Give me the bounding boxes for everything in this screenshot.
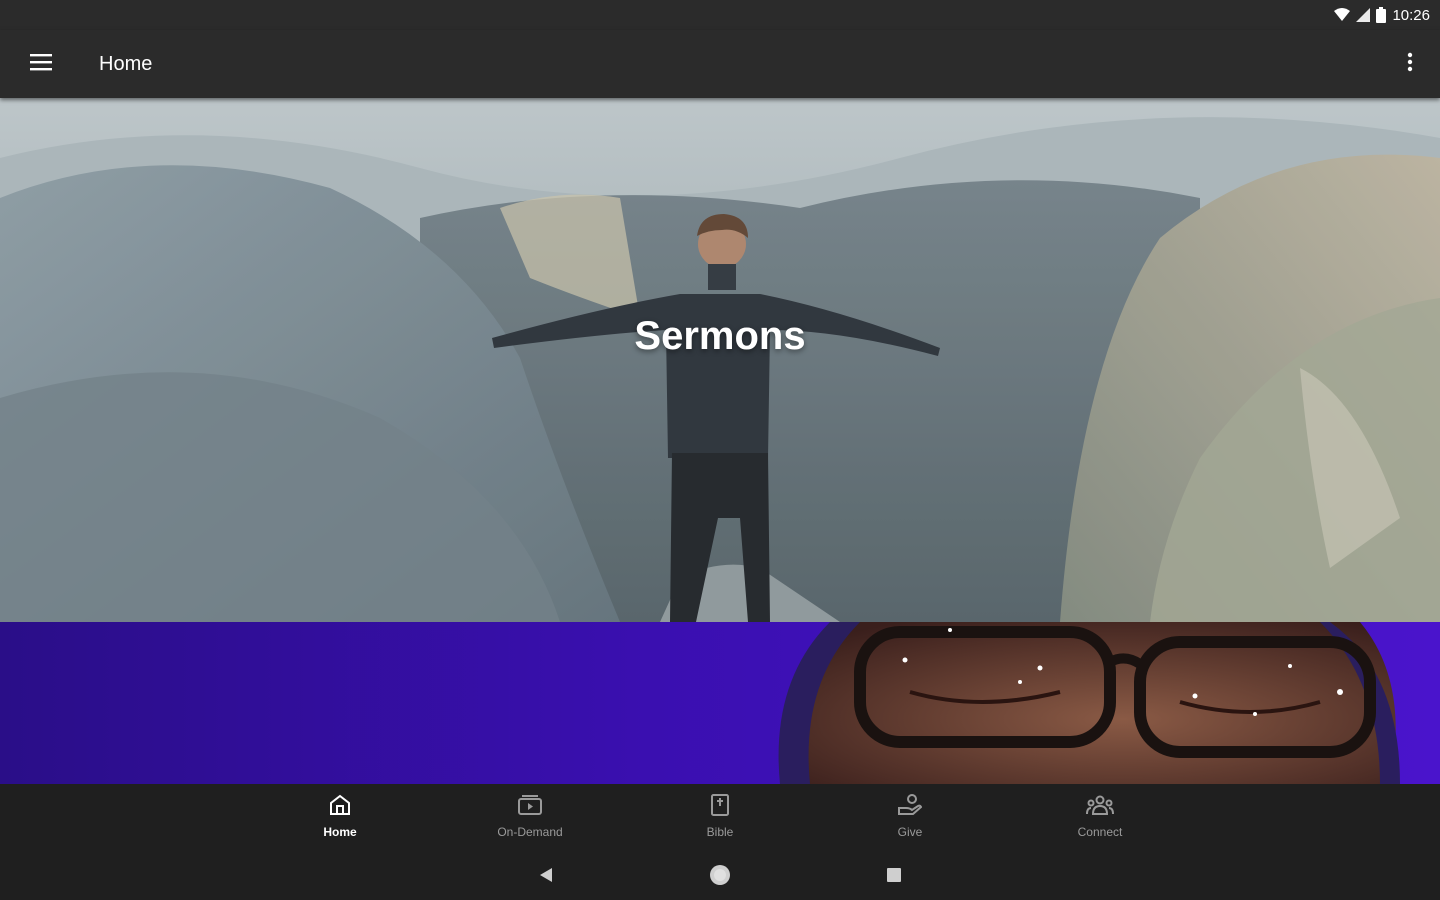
app-bar: Home xyxy=(0,30,1440,98)
home-icon xyxy=(329,794,351,821)
connect-icon xyxy=(1086,794,1114,821)
system-navigation-bar xyxy=(0,854,1440,900)
sermons-title: Sermons xyxy=(634,313,806,358)
more-options-button[interactable] xyxy=(1398,52,1422,76)
nav-label-home: Home xyxy=(323,825,357,839)
page-title: Home xyxy=(99,52,153,75)
nav-item-give[interactable]: Give xyxy=(815,784,1005,854)
worship-face-image xyxy=(778,622,1400,784)
bible-icon xyxy=(710,794,730,821)
on-demand-icon xyxy=(518,794,542,821)
nav-label-give: Give xyxy=(897,825,923,839)
nav-label-bible: Bible xyxy=(706,825,734,839)
cell-signal-icon xyxy=(1356,8,1371,22)
back-button[interactable] xyxy=(534,865,558,889)
menu-button[interactable] xyxy=(0,30,82,98)
home-system-button[interactable] xyxy=(708,864,732,891)
hamburger-menu-icon xyxy=(30,53,52,76)
nav-label-on-demand: On-Demand xyxy=(497,825,563,839)
home-circle-icon xyxy=(709,864,731,891)
featured-banner[interactable] xyxy=(0,622,1440,784)
bottom-navigation: Home On-Demand Bible Give Connect xyxy=(0,784,1440,854)
recents-button[interactable] xyxy=(882,865,906,889)
wifi-icon xyxy=(1334,8,1351,22)
nav-item-home[interactable]: Home xyxy=(245,784,435,854)
back-triangle-icon xyxy=(539,867,553,888)
nav-label-connect: Connect xyxy=(1077,825,1123,839)
nav-item-connect[interactable]: Connect xyxy=(1005,784,1195,854)
nav-item-on-demand[interactable]: On-Demand xyxy=(435,784,625,854)
nav-item-bible[interactable]: Bible xyxy=(625,784,815,854)
more-vert-icon xyxy=(1407,52,1413,77)
status-bar: 10:26 xyxy=(0,0,1440,30)
recents-square-icon xyxy=(887,867,901,887)
sermons-banner[interactable]: Sermons xyxy=(0,98,1440,622)
battery-icon xyxy=(1376,7,1387,23)
status-time: 10:26 xyxy=(1392,6,1430,24)
give-icon xyxy=(898,794,923,821)
